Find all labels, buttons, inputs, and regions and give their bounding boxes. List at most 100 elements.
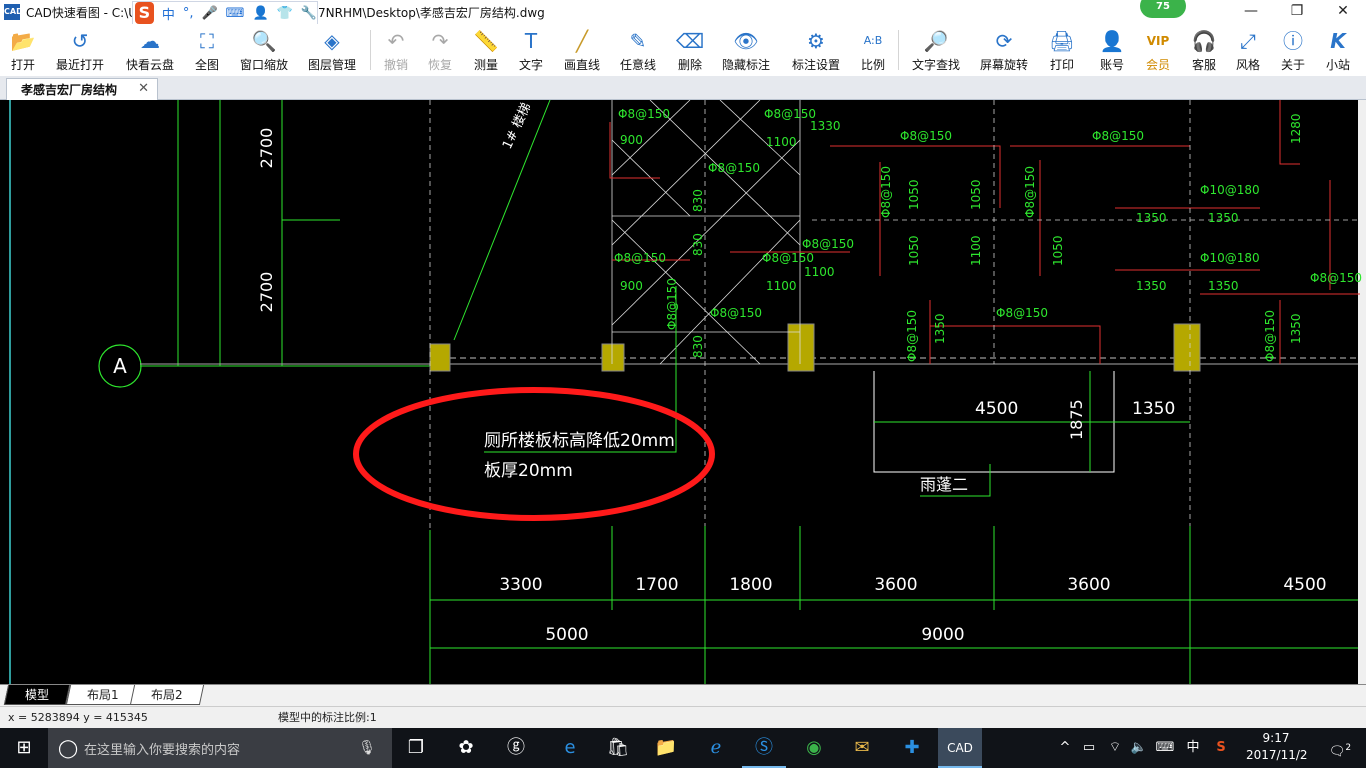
style-button[interactable]: ⤢ 风格: [1230, 28, 1266, 74]
drawing-canvas[interactable]: 2700 2700 1# 楼梯 A Φ8@150 Φ8@150 Φ8@150 Φ…: [0, 100, 1366, 684]
pen-icon: ✎: [629, 29, 647, 53]
layer-manager-button[interactable]: ◈ 图层管理: [304, 28, 360, 74]
scale-button[interactable]: A:B 比例: [855, 28, 891, 74]
cloud-icon: ☁: [140, 29, 160, 53]
tab-model[interactable]: 模型: [3, 685, 71, 705]
fit-all-button[interactable]: ⛶ 全图: [188, 28, 226, 74]
main-toolbar: 📂 打开 ↺ 最近打开 ☁ 快看云盘 ⛶ 全图 🔍 窗口缩放 ◈ 图层管理 ↶ …: [0, 24, 1366, 76]
measure-icon: 📏: [473, 29, 499, 53]
redo-button[interactable]: ↷ 恢复: [422, 28, 458, 74]
toolbar-separator: [898, 30, 899, 70]
rebar-label: Φ8@150: [1092, 129, 1144, 143]
keyboard-icon[interactable]: ⌨: [226, 6, 245, 21]
undo-button[interactable]: ↶ 撤销: [378, 28, 414, 74]
delete-label: 删除: [677, 58, 702, 72]
wifi-icon[interactable]: ⌔: [1104, 728, 1126, 768]
station-button[interactable]: K 小站: [1320, 28, 1356, 74]
system-clock[interactable]: 9:17 2017/11/2: [1246, 730, 1308, 764]
about-button[interactable]: ⓘ 关于: [1275, 28, 1311, 74]
rebar-label: Φ8@150: [665, 278, 679, 330]
rebar-label: Φ8@150: [1023, 166, 1037, 218]
text-button[interactable]: T 文字: [513, 28, 549, 74]
vip-button[interactable]: VIP 会员: [1140, 28, 1176, 74]
microphone-icon[interactable]: 🎙: [358, 740, 376, 756]
document-tab-label: 孝感吉宏厂房结构: [21, 83, 118, 97]
sogou-ime-tray-icon[interactable]: S: [1210, 728, 1232, 768]
close-tab-icon[interactable]: ✕: [138, 81, 149, 96]
print-button[interactable]: 🖨 打印: [1044, 28, 1080, 74]
cortana-icon: ◯: [58, 737, 79, 759]
canopy-dim-depth: 1875: [1067, 399, 1086, 440]
vertical-dimension-lines: [140, 100, 551, 367]
span-label: 830: [691, 189, 705, 212]
layer-manager-label: 图层管理: [307, 58, 356, 72]
document-tab[interactable]: 孝感吉宏厂房结构 ✕: [6, 78, 158, 100]
task-view-icon[interactable]: ❐: [394, 728, 438, 768]
delete-button[interactable]: ⌫ 删除: [672, 28, 708, 74]
taskbar-search-box[interactable]: ◯ 在这里输入你要搜索的内容 🎙: [48, 728, 392, 768]
edge-icon[interactable]: e: [548, 728, 592, 768]
history-icon: ↺: [71, 29, 89, 53]
span-label: 830: [691, 335, 705, 358]
draw-line-button[interactable]: ╱ 画直线: [560, 28, 604, 74]
tab-layout-2[interactable]: 布局2: [129, 685, 204, 705]
notification-center-icon[interactable]: 🗨2: [1320, 728, 1360, 768]
span-label: 900: [620, 279, 643, 293]
sogou-browser-icon[interactable]: Ⓢ: [742, 728, 786, 768]
notes-app-icon[interactable]: ✉: [840, 728, 884, 768]
battery-icon[interactable]: ▭: [1078, 728, 1100, 768]
recent-open-button[interactable]: ↺ 最近打开: [52, 28, 108, 74]
measure-button[interactable]: 📏 测量: [468, 28, 504, 74]
tab-layout-1[interactable]: 布局1: [65, 685, 140, 705]
minimize-button[interactable]: —: [1228, 0, 1274, 24]
cad-viewer-taskbar-icon[interactable]: CAD: [938, 728, 982, 768]
browser-g-icon[interactable]: ⓖ: [494, 728, 538, 768]
rebar-label: Φ8@150: [905, 310, 919, 362]
wrench-icon[interactable]: 🔧: [301, 6, 317, 21]
file-explorer-icon[interactable]: 📁: [644, 728, 688, 768]
ime-language-indicator[interactable]: 中: [1182, 728, 1204, 768]
span-label: 1100: [766, 279, 797, 293]
volume-icon[interactable]: 🔈: [1128, 728, 1150, 768]
text-label: 文字: [518, 58, 543, 72]
pinwheel-app-icon[interactable]: ✿: [444, 728, 488, 768]
360-browser-icon[interactable]: ◉: [792, 728, 836, 768]
show-hidden-icons-icon[interactable]: ^: [1054, 728, 1076, 768]
plus-app-icon[interactable]: ✚: [890, 728, 934, 768]
start-button[interactable]: ⊞: [0, 728, 48, 768]
microphone-icon[interactable]: 🎤: [201, 6, 217, 21]
store-icon[interactable]: 🛍: [596, 728, 640, 768]
vertical-scrollbar[interactable]: [1358, 100, 1366, 684]
annotation-ellipse: [353, 387, 715, 521]
freehand-line-button[interactable]: ✎ 任意线: [616, 28, 660, 74]
touch-keyboard-icon[interactable]: ⌨: [1152, 728, 1178, 768]
settings-icon: ⚙: [807, 29, 825, 53]
scale-label: 比例: [860, 58, 885, 72]
status-bar: x = 5283894 y = 415345 模型中的标注比例:1: [0, 706, 1366, 728]
ime-toolbar[interactable]: S 中 °, 🎤 ⌨ 👤 👕 🔧: [132, 1, 318, 25]
span-label: 1100: [766, 135, 797, 149]
bottom-dimension-lines: [429, 526, 1358, 684]
ime-mode-label[interactable]: 中: [162, 4, 175, 23]
rebar-label: Φ8@150: [879, 166, 893, 218]
annotation-settings-button[interactable]: ⚙ 标注设置: [788, 28, 844, 74]
sogou-logo-icon[interactable]: S: [135, 2, 154, 24]
close-button[interactable]: ✕: [1320, 0, 1366, 24]
cloud-disk-button[interactable]: ☁ 快看云盘: [122, 28, 178, 74]
shirt-icon[interactable]: 👕: [277, 6, 293, 21]
user-icon[interactable]: 👤: [252, 6, 268, 21]
score-badge[interactable]: 75: [1140, 0, 1186, 18]
window-zoom-button[interactable]: 🔍 窗口缩放: [236, 28, 292, 74]
customer-service-button[interactable]: 🎧 客服: [1186, 28, 1222, 74]
ie-icon[interactable]: ℯ: [694, 728, 738, 768]
note-line-2: 板厚20mm: [484, 461, 573, 481]
cad-drawing: 2700 2700 1# 楼梯 A Φ8@150 Φ8@150 Φ8@150 Φ…: [9, 100, 1366, 684]
punctuation-icon[interactable]: °,: [183, 6, 194, 21]
account-button[interactable]: 👤 账号: [1094, 28, 1130, 74]
text-search-button[interactable]: 🔎 文字查找: [906, 28, 966, 74]
cursor-coordinates: x = 5283894 y = 415345: [8, 711, 148, 724]
maximize-button[interactable]: ❐: [1274, 0, 1320, 24]
screen-rotate-button[interactable]: ⟳ 屏幕旋转: [976, 28, 1032, 74]
hide-annotation-button[interactable]: 👁 隐藏标注: [718, 28, 774, 74]
open-button[interactable]: 📂 打开: [0, 28, 46, 74]
